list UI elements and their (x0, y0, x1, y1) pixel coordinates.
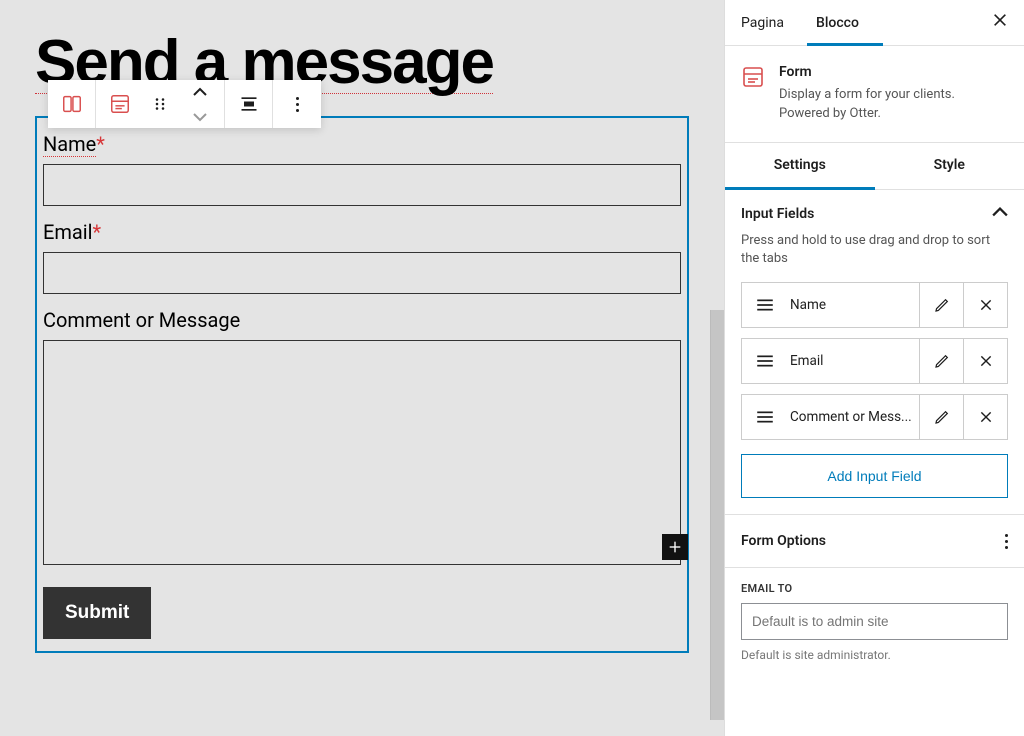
input-fields-hint: Press and hold to use drag and drop to s… (741, 232, 1008, 268)
edit-icon[interactable] (919, 339, 963, 383)
delete-icon[interactable] (963, 283, 1007, 327)
move-down-icon[interactable] (193, 107, 207, 126)
delete-icon[interactable] (963, 395, 1007, 439)
chevron-up-icon (992, 206, 1008, 222)
tab-block[interactable]: Blocco (800, 1, 875, 45)
email-input[interactable] (43, 252, 681, 294)
subtab-settings[interactable]: Settings (725, 143, 875, 190)
align-icon[interactable] (225, 80, 273, 128)
input-fields-panel: Input Fields Press and hold to use drag … (725, 190, 1024, 515)
field-label-comment[interactable]: Comment or Message (43, 308, 681, 332)
field-row[interactable]: Email (741, 338, 1008, 384)
editor-canvas: Send a message Name* (0, 0, 724, 736)
submit-button[interactable]: Submit (43, 587, 151, 639)
tab-page[interactable]: Pagina (725, 1, 800, 45)
field-row[interactable]: Name (741, 282, 1008, 328)
comment-textarea[interactable] (43, 340, 681, 565)
sub-tabs: Settings Style (725, 143, 1024, 190)
form-block-icon (741, 64, 765, 90)
block-name: Form (779, 64, 1008, 80)
email-to-section: EMAIL TO Default is site administrator. (725, 568, 1024, 662)
input-fields-toggle[interactable]: Input Fields (741, 206, 1008, 222)
edit-icon[interactable] (919, 395, 963, 439)
more-options-icon[interactable] (273, 80, 321, 128)
block-header: Form Display a form for your clients. Po… (725, 46, 1024, 143)
block-description: Display a form for your clients. Powered… (779, 86, 1008, 124)
email-to-label: EMAIL TO (741, 582, 1008, 595)
field-row[interactable]: Comment or Mess... (741, 394, 1008, 440)
close-icon[interactable] (976, 0, 1024, 45)
editor-scrollbar[interactable] (710, 310, 724, 720)
subtab-style[interactable]: Style (875, 143, 1024, 189)
inspector-sidebar: Pagina Blocco Form Display a form for yo… (724, 0, 1024, 736)
move-up-icon[interactable] (193, 82, 207, 101)
edit-icon[interactable] (919, 283, 963, 327)
add-input-field-button[interactable]: Add Input Field (741, 454, 1008, 498)
field-label-name[interactable]: Name* (43, 132, 681, 156)
form-options-toggle[interactable]: Form Options (725, 515, 1024, 568)
name-input[interactable] (43, 164, 681, 206)
field-label-email[interactable]: Email* (43, 220, 681, 244)
email-to-help: Default is site administrator. (741, 648, 1008, 662)
drag-handle-icon[interactable] (742, 410, 788, 424)
drag-handle-icon[interactable] (140, 80, 180, 128)
form-block-icon[interactable] (100, 80, 140, 128)
drag-handle-icon[interactable] (742, 354, 788, 368)
email-to-input[interactable] (741, 603, 1008, 640)
sidebar-tabs: Pagina Blocco (725, 0, 1024, 46)
block-toolbar (48, 80, 321, 128)
columns-icon[interactable] (48, 80, 96, 128)
drag-handle-icon[interactable] (742, 298, 788, 312)
form-block[interactable]: Name* Email* Comment or Message Submit (35, 116, 689, 653)
kebab-icon[interactable] (1005, 534, 1008, 549)
delete-icon[interactable] (963, 339, 1007, 383)
add-block-button[interactable] (662, 534, 688, 560)
